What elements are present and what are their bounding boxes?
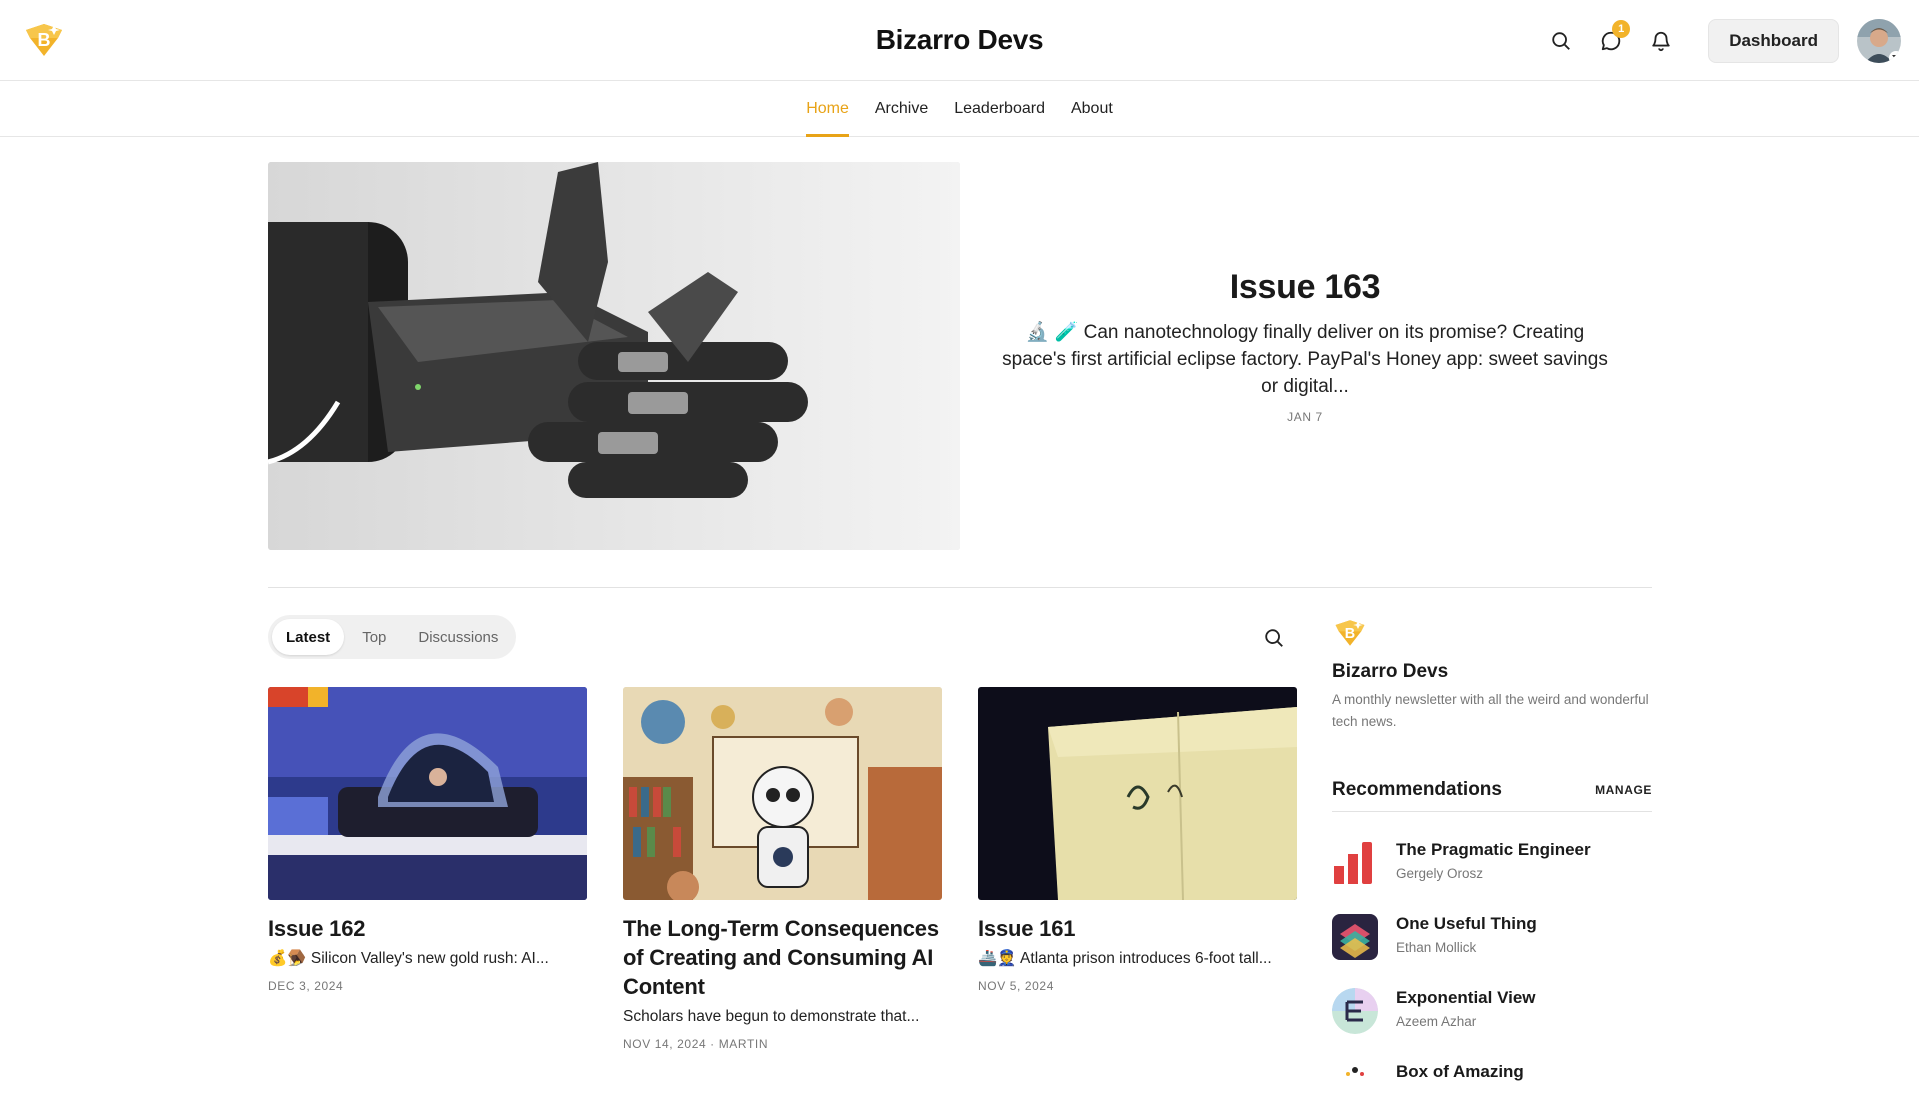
tab-discussions[interactable]: Discussions [404,619,512,655]
exponential-view-icon [1332,988,1378,1034]
bizarro-logo-icon[interactable]: B [1332,617,1368,649]
tab-top[interactable]: Top [348,619,400,655]
recommendation-author: Gergely Orosz [1396,866,1484,881]
section-divider [268,587,1652,588]
post-thumbnail[interactable] [623,687,942,900]
post-search-icon[interactable] [1258,622,1290,654]
recommendations-title: Recommendations [1332,779,1502,800]
svg-text:B: B [1345,626,1355,642]
one-useful-thing-icon [1332,914,1378,960]
recommendation-author: Azeem Azhar [1396,1014,1477,1029]
post-subtitle: 🚢👮 Atlanta prison introduces 6-foot tall… [978,950,1272,967]
tab-latest[interactable]: Latest [272,619,345,655]
post-card[interactable]: Issue 161 🚢👮 Atlanta prison introduces 6… [978,687,1297,993]
post-filter-tabs: Latest Top Discussions [268,615,517,659]
recommendation-item[interactable]: The Pragmatic Engineer Gergely Orosz [1332,840,1652,886]
pragmatic-engineer-icon [1332,840,1378,886]
chevron-down-icon [1889,51,1901,63]
post-thumbnail[interactable] [268,687,587,900]
post-card[interactable]: The Long-Term Consequences of Creating a… [623,687,942,1051]
main-nav: Home Archive Leaderboard About [0,81,1919,137]
nav-item-archive[interactable]: Archive [862,81,941,137]
bizarro-logo-icon[interactable]: B [22,20,66,60]
post-title[interactable]: The Long-Term Consequences of Creating a… [623,914,942,1001]
recommendations-header: Recommendations MANAGE [1332,779,1652,812]
post-thumbnail[interactable] [978,687,1297,900]
search-icon[interactable] [1544,24,1578,58]
recommendation-name[interactable]: Box of Amazing [1396,1062,1524,1082]
post-subtitle: 💰🪤 Silicon Valley's new gold rush: AI... [268,950,549,967]
hero-subtitle[interactable]: 🔬 🧪 Can nanotechnology finally deliver o… [995,319,1615,400]
avatar[interactable] [1857,19,1901,63]
recommendation-name[interactable]: One Useful Thing [1396,914,1537,934]
hero-text: Issue 163 🔬 🧪 Can nanotechnology finally… [995,268,1615,424]
recommendation-item[interactable]: Exponential View Azeem Azhar [1332,988,1652,1034]
recommendation-item[interactable]: Box of Amazing [1332,1062,1652,1108]
chat-bubble-icon[interactable]: 1 [1594,20,1631,58]
publication-description: A monthly newsletter with all the weird … [1332,692,1649,729]
post-title[interactable]: Issue 161 [978,914,1297,943]
publication-name[interactable]: Bizarro Devs [1332,661,1652,683]
svg-text:B: B [38,30,51,50]
recommendation-name[interactable]: Exponential View [1396,988,1536,1008]
notification-count-badge: 1 [1612,20,1631,38]
nav-item-leaderboard[interactable]: Leaderboard [941,81,1058,137]
post-card[interactable]: Issue 162 💰🪤 Silicon Valley's new gold r… [268,687,587,993]
publication-sidebar: B Bizarro Devs A monthly newsletter with… [1332,617,1652,1108]
bell-icon[interactable] [1644,24,1678,58]
manage-recommendations-link[interactable]: MANAGE [1595,783,1652,797]
top-bar: B Bizarro Devs 1 Dashboard [0,0,1919,81]
post-subtitle: Scholars have begun to demonstrate that.… [623,1008,920,1025]
hero-image-robot-hand[interactable] [268,162,960,550]
post-meta: DEC 3, 2024 [268,979,344,993]
dashboard-button[interactable]: Dashboard [1708,19,1839,63]
hero-title[interactable]: Issue 163 [995,268,1615,307]
post-meta: NOV 5, 2024 [978,979,1054,993]
post-title[interactable]: Issue 162 [268,914,587,943]
post-meta: NOV 14, 2024 · MARTIN [623,1037,769,1051]
nav-item-home[interactable]: Home [793,81,862,137]
nav-item-about[interactable]: About [1058,81,1126,137]
recommendation-author: Ethan Mollick [1396,940,1477,955]
hero-date: JAN 7 [1287,410,1323,424]
recommendation-name[interactable]: The Pragmatic Engineer [1396,840,1591,860]
box-of-amazing-icon [1332,1062,1378,1108]
recommendation-item[interactable]: One Useful Thing Ethan Mollick [1332,914,1652,960]
